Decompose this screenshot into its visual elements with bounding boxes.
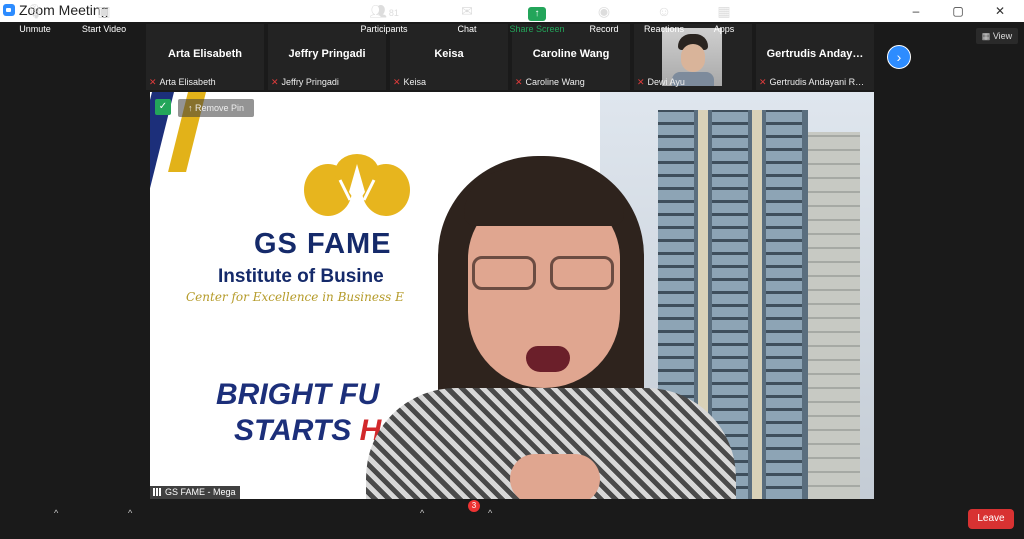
participant-name-label: Dewi Ayu — [647, 77, 685, 87]
muted-mic-icon: ✕ — [271, 77, 279, 87]
speaker-name-label: GS FAME - Mega — [150, 486, 240, 499]
muted-microphone-icon: 🎙︎ — [26, 3, 44, 19]
pin-icon: ↑ — [187, 103, 193, 113]
start-video-button[interactable]: ▣ Start Video — [78, 2, 130, 34]
start-video-label: Start Video — [81, 24, 127, 34]
minimize-button[interactable]: – — [896, 2, 936, 20]
audio-options-caret-icon[interactable]: ^ — [54, 508, 58, 518]
participant-tile[interactable]: Gertrudis Anday… ✕ Gertrudis Andayani R… — [756, 24, 874, 90]
apps-label: Apps — [713, 24, 735, 34]
participant-tile-name: Caroline Wang — [532, 48, 610, 60]
main-video: GS FAME Institute of Busine Center for E… — [150, 92, 874, 499]
chat-unread-badge: 3 — [468, 500, 480, 512]
video-off-icon: ▣ — [97, 3, 111, 19]
participant-tile-name: Jeffry Pringadi — [288, 48, 366, 60]
reactions-label: Reactions — [643, 24, 685, 34]
participant-name-label: Gertrudis Andayani R… — [769, 77, 865, 87]
chat-icon: ✉ — [461, 3, 473, 19]
speaker-name-text: GS FAME - Mega — [165, 487, 236, 497]
participant-name-label: Jeffry Pringadi — [281, 77, 339, 87]
participants-icon: 👥︎ — [369, 3, 387, 19]
encryption-shield-icon[interactable]: ✓ — [155, 99, 171, 115]
reactions-icon: ☺ — [656, 3, 672, 19]
leave-button[interactable]: Leave — [968, 509, 1014, 529]
chat-label: Chat — [457, 24, 477, 34]
view-button-label: View — [992, 31, 1013, 41]
video-options-caret-icon[interactable]: ^ — [128, 508, 132, 518]
participants-count: 81 — [388, 8, 399, 18]
apps-icon: ▦ — [717, 3, 731, 19]
speaker-video — [330, 152, 750, 499]
chat-options-caret-icon[interactable]: ^ — [488, 508, 492, 518]
close-window-button[interactable]: ✕ — [980, 2, 1020, 20]
participant-name-label: Caroline Wang — [525, 77, 585, 87]
participants-button[interactable]: 👥︎ 81 Participants — [356, 2, 412, 34]
apps-button[interactable]: ▦ Apps — [708, 2, 740, 34]
muted-mic-icon: ✕ — [637, 77, 645, 87]
record-icon: ◉ — [597, 3, 611, 19]
participant-tile[interactable]: Arta Elisabeth ✕ Arta Elisabeth — [146, 24, 264, 90]
share-screen-button[interactable]: ↑ Share Screen — [506, 2, 568, 34]
participant-name-label: Arta Elisabeth — [159, 77, 216, 87]
grid-icon: ▦ — [981, 31, 991, 41]
muted-mic-icon: ✕ — [149, 77, 157, 87]
remove-pin-button[interactable]: ↑ Remove Pin — [178, 99, 254, 117]
share-screen-label: Share Screen — [509, 24, 565, 34]
participant-name-label: Keisa — [403, 77, 427, 87]
signal-bars-icon — [153, 488, 162, 496]
participant-tile-name: Arta Elisabeth — [168, 48, 242, 60]
participants-options-caret-icon[interactable]: ^ — [420, 508, 424, 518]
participant-tile-name: Gertrudis Anday… — [766, 48, 864, 60]
unmute-button[interactable]: 🎙︎ Unmute — [12, 2, 58, 34]
participant-tile-name: Keisa — [434, 48, 464, 60]
meeting-toolbar — [0, 499, 1024, 539]
remove-pin-label: Remove Pin — [194, 103, 245, 113]
record-label: Record — [589, 24, 619, 34]
muted-mic-icon: ✕ — [393, 77, 401, 87]
record-button[interactable]: ◉ Record — [584, 2, 624, 34]
muted-mic-icon: ✕ — [759, 77, 767, 87]
view-button[interactable]: ▦ View — [976, 28, 1018, 44]
reactions-button[interactable]: ☺ Reactions — [640, 2, 688, 34]
unmute-label: Unmute — [19, 24, 51, 34]
next-page-arrow-icon[interactable]: › — [887, 45, 911, 69]
muted-mic-icon: ✕ — [515, 77, 523, 87]
participants-label: Participants — [360, 24, 408, 34]
chat-button[interactable]: ✉ Chat — [448, 2, 486, 34]
share-screen-icon: ↑ — [528, 7, 546, 21]
maximize-button[interactable]: ▢ — [938, 2, 978, 20]
